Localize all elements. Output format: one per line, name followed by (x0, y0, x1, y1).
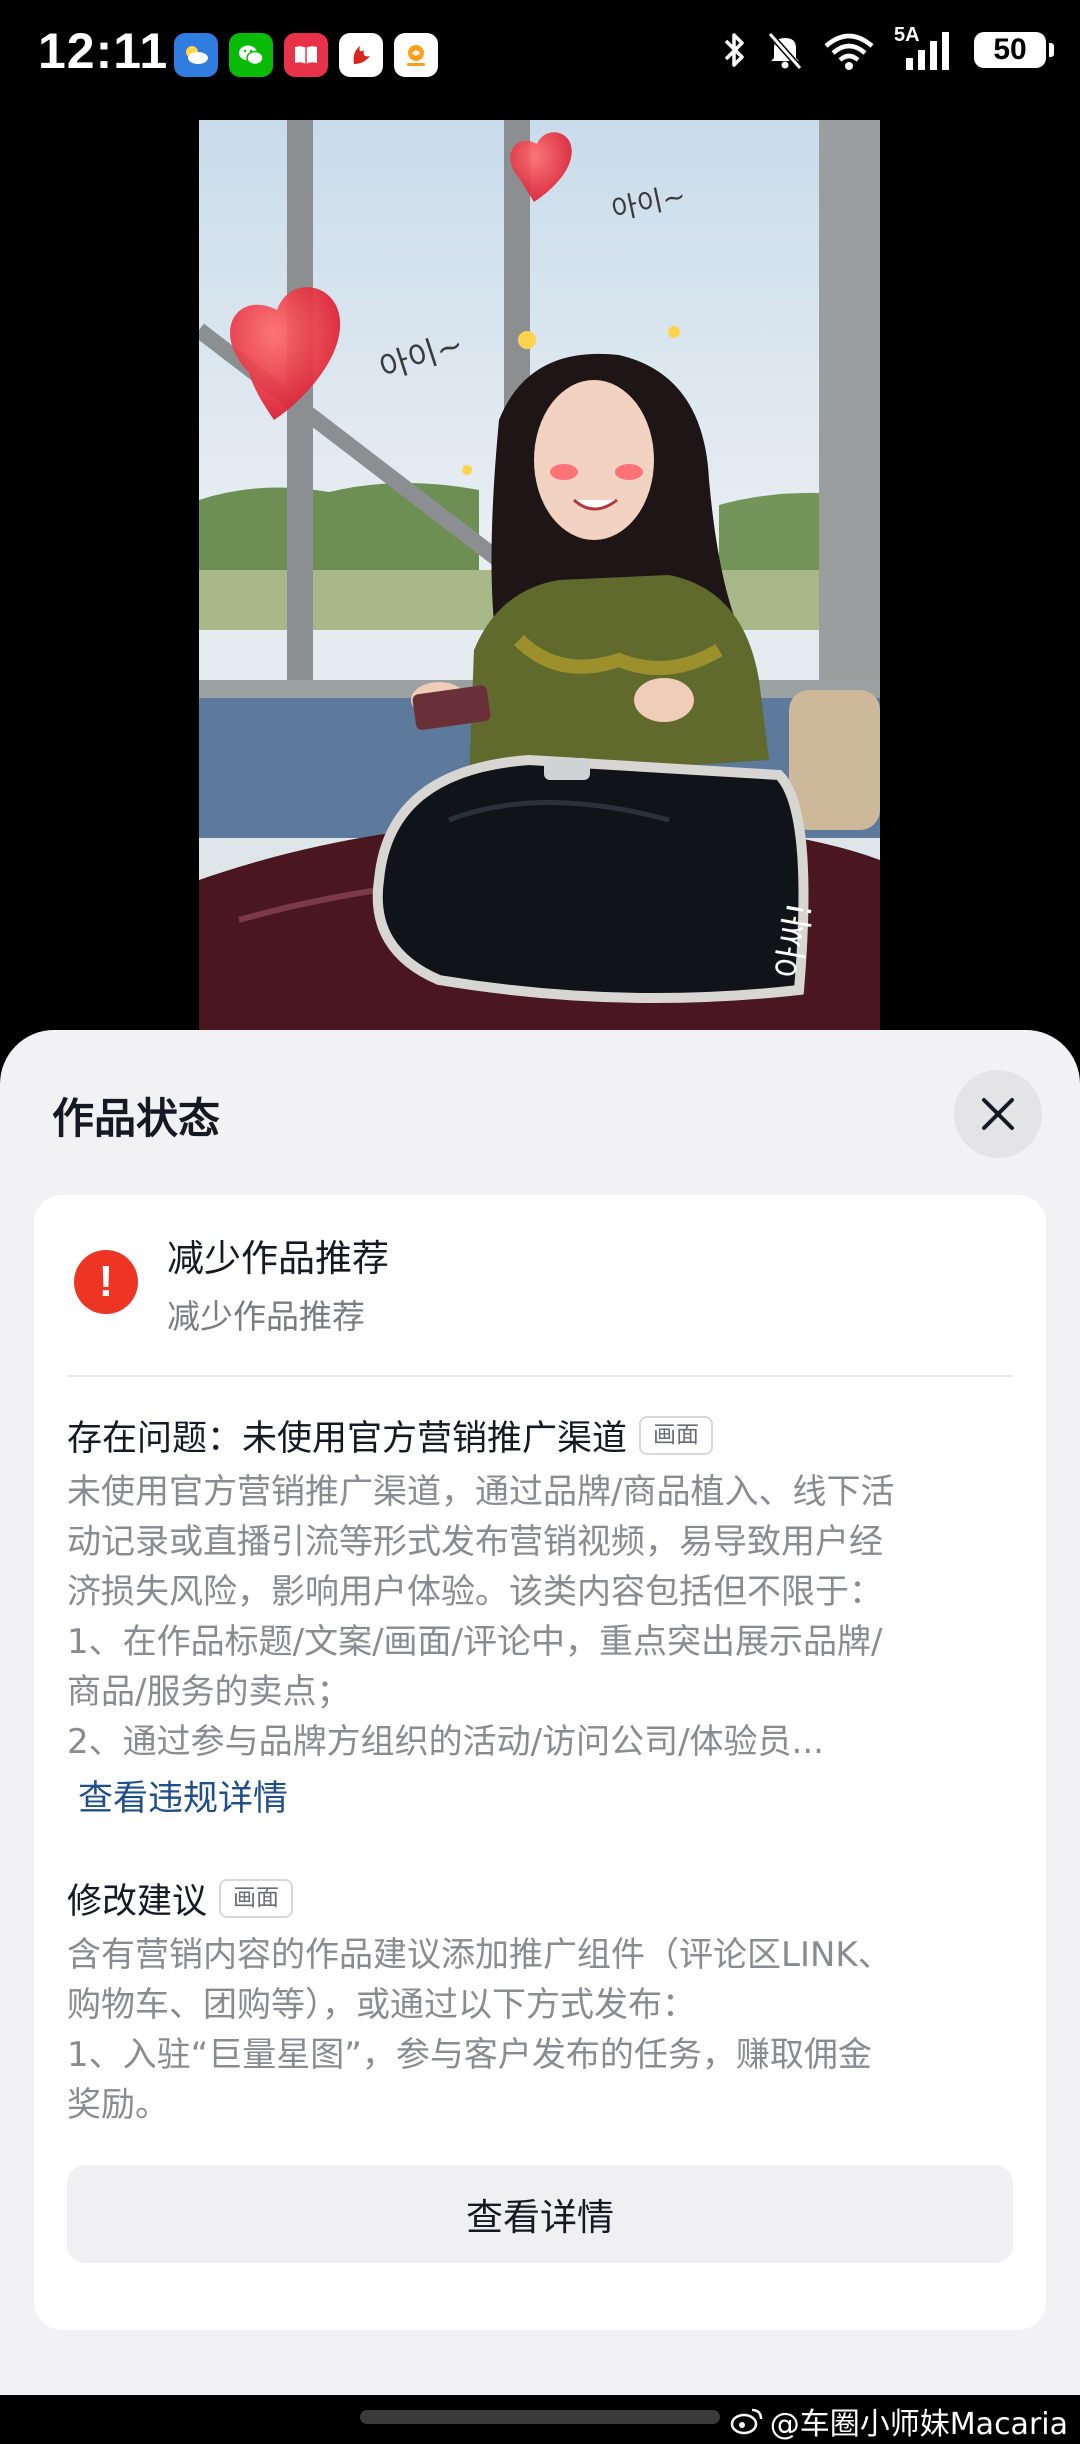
close-icon (982, 1098, 1014, 1130)
weather-icon (174, 33, 218, 77)
issue-heading: 存在问题：未使用官方营销推广渠道 画面 (67, 1410, 714, 1461)
suggestion-tag: 画面 (219, 1879, 294, 1918)
weibo-icon (730, 2408, 763, 2435)
mute-bell-icon (767, 32, 803, 70)
suggestion-heading: 修改建议 画面 (67, 1873, 294, 1924)
status-title: 减少作品推荐 (167, 1237, 389, 1280)
suggestion-title: 修改建议 (67, 1882, 208, 1922)
home-indicator[interactable] (360, 2410, 720, 2424)
bluetooth-icon (724, 33, 744, 67)
view-violation-details-link[interactable]: 查看违规详情 (78, 1770, 288, 1821)
issue-description: 未使用官方营销推广渠道，通过品牌/商品植入、线下活 动记录或直播引流等形式发布营… (67, 1467, 1017, 1767)
notification-icons (174, 33, 438, 77)
issue-tag: 画面 (639, 1416, 714, 1455)
status-time: 12:11 (38, 23, 169, 79)
status-subtitle: 减少作品推荐 (167, 1297, 365, 1336)
wechat-icon (229, 33, 273, 77)
suggestion-line: 含有营销内容的作品建议添加推广组件（评论区LINK、 (67, 1935, 892, 1975)
wifi-icon (824, 33, 874, 70)
issue-line: 商品/服务的卖点； (67, 1672, 351, 1712)
suggestion-description: 含有营销内容的作品建议添加推广组件（评论区LINK、 购物车、团购等），或通过以… (67, 1930, 1017, 2130)
cellular-signal: 5A (894, 24, 956, 70)
sheet-title: 作品状态 (52, 1094, 221, 1143)
watermark: @车圈小师妹Macaria (730, 2399, 1068, 2443)
status-bar: 12:11 5A 50 (0, 0, 1080, 110)
system-icons: 5A 50 (722, 24, 1054, 70)
screen: 12:11 5A 50 아이~ 아이~ 아싸! 作品状态 ! 减少作品推荐 减少… (0, 0, 1080, 2444)
suggestion-line: 奖励。 (67, 2085, 169, 2125)
issue-title: 存在问题：未使用官方营销推广渠道 (67, 1419, 628, 1459)
issue-line: 未使用官方营销推广渠道，通过品牌/商品植入、线下活 (67, 1472, 895, 1512)
watermark-text: @车圈小师妹Macaria (769, 2407, 1068, 2442)
navigation-bar: @车圈小师妹Macaria (0, 2395, 1080, 2444)
view-details-button[interactable]: 查看详情 (67, 2165, 1013, 2263)
issue-line: 1、在作品标题/文案/画面/评论中，重点突出展示品牌/ (67, 1622, 883, 1662)
divider (67, 1375, 1013, 1377)
air-china-icon (339, 33, 383, 77)
issue-line: 2、通过参与品牌方组织的活动/访问公司/体验员... (67, 1722, 824, 1762)
issue-line: 动记录或直播引流等形式发布营销视频，易导致用户经 (67, 1522, 883, 1562)
close-button[interactable] (954, 1070, 1042, 1158)
battery-indicator: 50 (974, 32, 1054, 68)
video-preview[interactable]: 아이~ 아이~ 아싸! (199, 120, 880, 1030)
book-icon (284, 33, 328, 77)
suggestion-line: 1、入驻“巨量星图”，参与客户发布的任务，赚取佣金 (67, 2035, 872, 2075)
issue-line: 济损失风险，影响用户体验。该类内容包括但不限于： (67, 1572, 883, 1612)
status-card: ! 减少作品推荐 减少作品推荐 存在问题：未使用官方营销推广渠道 画面 未使用官… (34, 1195, 1046, 2330)
mini-app-icon (394, 33, 438, 77)
network-type: 5A (894, 24, 920, 46)
video-frame-image: 아이~ 아이~ 아싸! (199, 120, 880, 1030)
suggestion-line: 购物车、团购等），或通过以下方式发布： (67, 1985, 696, 2025)
warning-icon: ! (74, 1250, 138, 1314)
work-status-sheet: 作品状态 ! 减少作品推荐 减少作品推荐 存在问题：未使用官方营销推广渠道 画面… (0, 1030, 1080, 2395)
